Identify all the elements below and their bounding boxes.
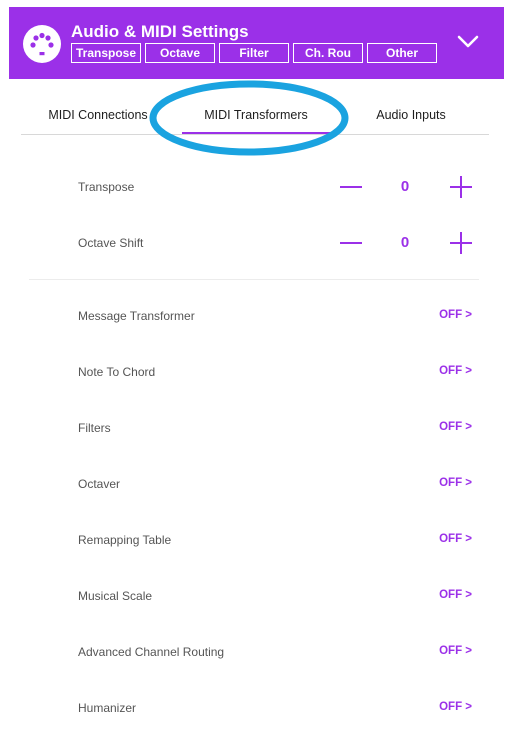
transformer-status-link[interactable]: OFF >	[439, 701, 472, 713]
transformer-row-octaver[interactable]: Octaver OFF >	[29, 464, 479, 504]
section-divider	[29, 279, 479, 280]
minus-icon	[340, 242, 362, 244]
collapse-button[interactable]	[455, 29, 481, 55]
settings-header: Audio & MIDI Settings Transpose Octave F…	[9, 7, 504, 79]
settings-tabs: MIDI Connections MIDI Transformers Audio…	[21, 96, 489, 135]
quick-tab-octave[interactable]: Octave	[145, 43, 215, 63]
app-title: Audio & MIDI Settings	[71, 22, 249, 41]
transformer-status-link[interactable]: OFF >	[439, 645, 472, 657]
transformer-status-link[interactable]: OFF >	[439, 365, 472, 377]
plus-icon	[450, 232, 472, 254]
quick-tab-transpose[interactable]: Transpose	[71, 43, 141, 63]
minus-icon	[340, 186, 362, 188]
tab-midi-transformers[interactable]: MIDI Transformers	[182, 96, 330, 134]
plus-icon	[450, 176, 472, 198]
tab-audio-inputs[interactable]: Audio Inputs	[343, 96, 479, 134]
transformer-row-note-to-chord[interactable]: Note To Chord OFF >	[29, 352, 479, 392]
transformer-label: Octaver	[78, 477, 121, 491]
transformer-row-remapping-table[interactable]: Remapping Table OFF >	[29, 520, 479, 560]
quick-tab-filter[interactable]: Filter	[219, 43, 289, 63]
transformer-row-humanizer[interactable]: Humanizer OFF >	[29, 688, 479, 728]
quick-tab-other[interactable]: Other	[367, 43, 437, 63]
transformer-status-link[interactable]: OFF >	[439, 477, 472, 489]
transformer-row-message-transformer[interactable]: Message Transformer OFF >	[29, 296, 479, 336]
transformer-label: Advanced Channel Routing	[78, 645, 225, 659]
quick-tab-channel-routing[interactable]: Ch. Rou	[293, 43, 363, 63]
transformer-status-link[interactable]: OFF >	[439, 533, 472, 545]
transformer-row-advanced-channel-routing[interactable]: Advanced Channel Routing OFF >	[29, 632, 479, 672]
tab-midi-connections[interactable]: MIDI Connections	[21, 96, 175, 134]
transformer-status-link[interactable]: OFF >	[439, 589, 472, 601]
transformer-label: Remapping Table	[78, 533, 172, 547]
octave-shift-increment-button[interactable]	[448, 230, 474, 256]
transformer-label: Message Transformer	[78, 309, 195, 323]
transpose-decrement-button[interactable]	[338, 174, 364, 200]
octave-shift-value: 0	[400, 234, 410, 251]
octave-shift-decrement-button[interactable]	[338, 230, 364, 256]
transformer-label: Humanizer	[78, 701, 137, 715]
transformer-row-musical-scale[interactable]: Musical Scale OFF >	[29, 576, 479, 616]
transformer-status-link[interactable]: OFF >	[439, 421, 472, 433]
octave-shift-label: Octave Shift	[78, 236, 144, 250]
chevron-down-icon	[457, 35, 479, 48]
midi-din-icon	[23, 25, 61, 63]
transpose-increment-button[interactable]	[448, 174, 474, 200]
transformer-label: Filters	[78, 421, 111, 435]
transformer-label: Musical Scale	[78, 589, 153, 603]
transformer-row-filters[interactable]: Filters OFF >	[29, 408, 479, 448]
active-tab-indicator	[182, 132, 330, 134]
audio-midi-settings-panel: Audio & MIDI Settings Transpose Octave F…	[0, 0, 513, 741]
transpose-label: Transpose	[78, 180, 135, 194]
transformer-status-link[interactable]: OFF >	[439, 309, 472, 321]
transpose-value: 0	[400, 178, 410, 195]
transformer-label: Note To Chord	[78, 365, 156, 379]
